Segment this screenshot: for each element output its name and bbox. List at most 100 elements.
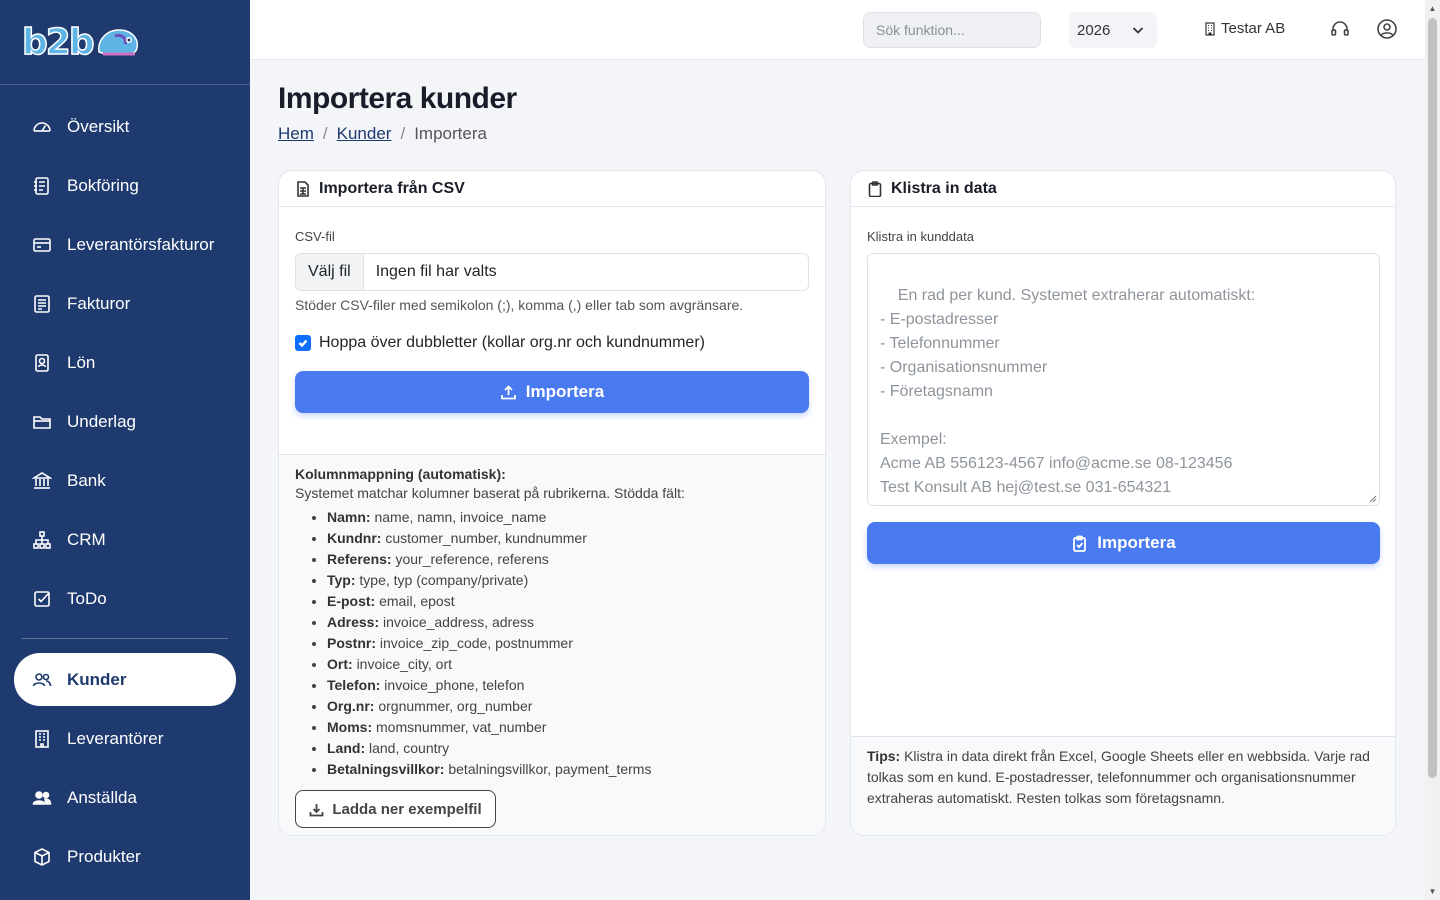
mapping-field: Namn: (327, 509, 371, 525)
breadcrumb-kunder-link[interactable]: Kunder (337, 124, 392, 144)
mapping-field: Postnr: (327, 635, 376, 651)
tips-text: Klistra in data direkt från Excel, Googl… (867, 748, 1370, 806)
list-item: Postnr: invoice_zip_code, postnummer (327, 633, 809, 654)
breadcrumb-separator: / (322, 124, 328, 143)
mapping-aliases: invoice_zip_code, postnummer (379, 635, 573, 651)
sidebar-item-label: Kunder (67, 669, 127, 689)
mapping-aliases: land, country (369, 740, 450, 756)
headset-icon[interactable] (1329, 18, 1351, 40)
diagram-icon (32, 530, 52, 550)
skip-duplicates-label[interactable]: Hoppa över dubbletter (kollar org.nr och… (319, 334, 705, 352)
paste-textarea-label: Klistra in kunddata (867, 229, 974, 244)
sidebar-item-underlag[interactable]: Underlag (0, 392, 250, 451)
sidebar-item-label: Lön (67, 352, 96, 372)
list-item: Referens: your_reference, referens (327, 549, 809, 570)
csv-card-title: Importera från CSV (319, 179, 465, 197)
invoice-icon (32, 294, 52, 314)
mapping-description: Systemet matchar kolumner baserat på rub… (295, 485, 685, 501)
user-account-icon[interactable] (1376, 18, 1398, 40)
sidebar-item-bokforing[interactable]: Bokföring (0, 156, 250, 215)
mapping-title: Kolumnmappning (automatisk): (295, 466, 506, 482)
sidebar-item-fakturor[interactable]: Fakturor (0, 274, 250, 333)
textarea-placeholder: En rad per kund. Systemet extraherar aut… (880, 287, 1256, 496)
choose-file-button[interactable]: Välj fil (296, 254, 364, 290)
checkbox-icon (32, 589, 52, 609)
credit-card-icon (32, 235, 52, 255)
list-item: E-post: email, epost (327, 591, 809, 612)
mapping-aliases: momsnummer, vat_number (376, 719, 547, 735)
list-item: Betalningsvillkor: betalningsvillkor, pa… (327, 759, 809, 780)
company-selector[interactable]: Testar AB (1203, 20, 1285, 37)
mapping-field: Ort: (327, 656, 353, 672)
sidebar-item-label: Leverantörer (67, 728, 164, 748)
customer-data-textarea[interactable]: En rad per kund. Systemet extraherar aut… (867, 253, 1380, 506)
sidebar-item-oversikt[interactable]: Översikt (0, 97, 250, 156)
logo-chameleon-icon (97, 29, 138, 56)
list-item: Kundnr: customer_number, kundnummer (327, 528, 809, 549)
breadcrumb: Hem / Kunder / Importera (278, 124, 487, 144)
clipboard-check-icon (1073, 535, 1087, 552)
list-item: Org.nr: orgnummer, org_number (327, 696, 809, 717)
tips-section: Tips: Klistra in data direkt från Excel,… (851, 736, 1395, 835)
paste-import-card: Klistra in data Klistra in kunddata En r… (850, 170, 1396, 836)
bank-icon (32, 471, 52, 491)
download-example-label: Ladda ner exempelfil (332, 800, 482, 818)
b2b-logo[interactable]: b2b (21, 21, 141, 63)
sidebar-item-label: CRM (67, 529, 106, 549)
file-spreadsheet-icon (297, 180, 309, 197)
scroll-up-arrow-icon[interactable]: ▲ (1428, 4, 1437, 13)
sidebar-item-leverantorer[interactable]: Leverantörer (0, 709, 250, 768)
company-name: Testar AB (1221, 20, 1286, 37)
resize-handle-icon[interactable] (1369, 495, 1377, 503)
download-example-button[interactable]: Ladda ner exempelfil (295, 790, 496, 828)
sidebar-item-produkter[interactable]: Produkter (0, 827, 250, 886)
mapping-aliases: name, namn, invoice_name (374, 509, 547, 525)
year-select[interactable]: 2026 (1069, 12, 1157, 48)
upload-icon (500, 384, 516, 399)
mapping-field: Moms: (327, 719, 373, 735)
sidebar-item-label: ToDo (67, 588, 107, 608)
csv-format-hint: Stöder CSV-filer med semikolon (;), komm… (295, 297, 744, 313)
list-item: Adress: invoice_address, adress (327, 612, 809, 633)
journal-icon (32, 176, 52, 196)
breadcrumb-current: Importera (414, 124, 487, 143)
sidebar-item-lon[interactable]: Lön (0, 333, 250, 392)
dashboard-icon (32, 117, 52, 137)
sidebar-nav: Översikt Bokföring Leverantörsfakturor F… (0, 85, 250, 886)
skip-duplicates-checkbox[interactable] (295, 335, 311, 351)
mapping-field: Betalningsvillkor: (327, 761, 445, 777)
sidebar-item-label: Bank (67, 470, 106, 490)
mapping-aliases: invoice_city, ort (356, 656, 453, 672)
people-icon (32, 670, 52, 690)
list-item: Telefon: invoice_phone, telefon (327, 675, 809, 696)
scroll-thumb[interactable] (1428, 18, 1437, 778)
mapping-field: Land: (327, 740, 366, 756)
mapping-aliases: invoice_phone, telefon (384, 677, 525, 693)
mapping-aliases: type, typ (company/private) (359, 572, 529, 588)
csv-file-input[interactable]: Välj fil Ingen fil har valts (295, 253, 809, 291)
sidebar-item-kunder[interactable]: Kunder (14, 653, 236, 706)
mapping-field: Referens: (327, 551, 392, 567)
breadcrumb-home-link[interactable]: Hem (278, 124, 314, 144)
scroll-down-arrow-icon[interactable]: ▼ (1428, 887, 1437, 896)
mapping-list: Namn: name, namn, invoice_name Kundnr: c… (295, 507, 809, 780)
sidebar-item-anstallda[interactable]: Anställda (0, 768, 250, 827)
search-input[interactable] (863, 12, 1041, 48)
page-scrollbar[interactable]: ▲ ▼ (1425, 0, 1440, 900)
paste-import-button[interactable]: Importera (867, 522, 1380, 564)
sidebar-item-label: Underlag (67, 411, 136, 431)
list-item: Land: land, country (327, 738, 809, 759)
csv-import-button[interactable]: Importera (295, 371, 809, 413)
sidebar-item-todo[interactable]: ToDo (0, 569, 250, 628)
list-item: Namn: name, namn, invoice_name (327, 507, 809, 528)
mapping-field: Typ: (327, 572, 356, 588)
sidebar-item-label: Anställda (67, 787, 137, 807)
tips-label: Tips: (867, 748, 901, 764)
csv-file-label: CSV-fil (295, 229, 335, 244)
building-icon (1205, 21, 1215, 36)
sidebar-item-leverantorsfakturor[interactable]: Leverantörsfakturor (0, 215, 250, 274)
sidebar-item-crm[interactable]: CRM (0, 510, 250, 569)
building-icon (32, 729, 52, 749)
csv-import-button-label: Importera (525, 382, 605, 401)
sidebar-item-bank[interactable]: Bank (0, 451, 250, 510)
